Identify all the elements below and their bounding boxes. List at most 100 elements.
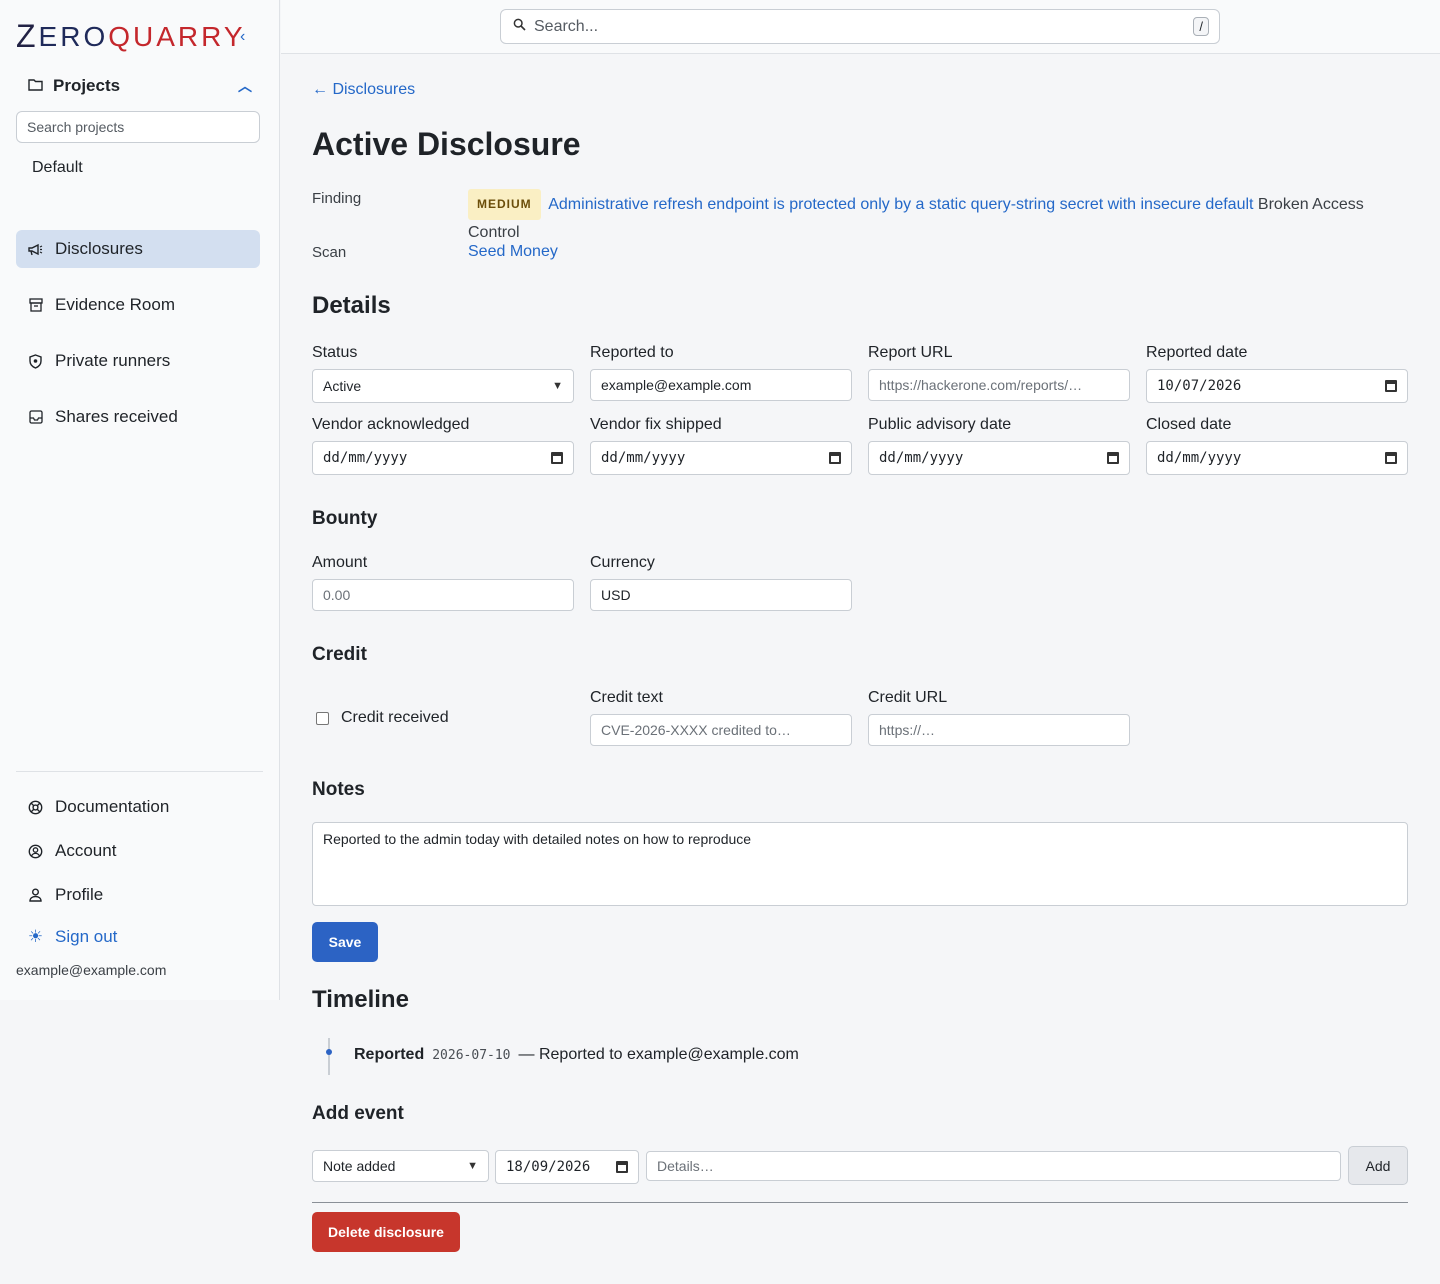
vendor-fix-input[interactable]: dd/mm/yyyy	[590, 441, 852, 475]
currency-input[interactable]: USD	[590, 579, 852, 611]
global-search-input[interactable]	[534, 17, 1194, 36]
report-url-input[interactable]: https://hackerone.com/reports/…	[868, 369, 1130, 401]
shield-icon	[28, 353, 43, 369]
reported-date-label: Reported date	[1146, 344, 1248, 361]
nav-label: Evidence Room	[55, 295, 176, 314]
timeline-dot	[326, 1049, 332, 1055]
event-details-input[interactable]: Details…	[646, 1151, 1341, 1181]
vendor-fix-label: Vendor fix shipped	[590, 416, 722, 433]
projects-toggle[interactable]: Projects ︿	[28, 76, 252, 96]
finding-label: Finding	[312, 190, 362, 207]
person-icon	[28, 888, 43, 903]
logo-z: Z	[16, 18, 39, 54]
notes-heading: Notes	[312, 779, 365, 800]
amount-label: Amount	[312, 554, 368, 571]
closed-label: Closed date	[1146, 416, 1232, 433]
credit-url-label: Credit URL	[868, 689, 948, 706]
logo-quarry: QUARRY	[108, 20, 246, 52]
archive-icon	[28, 298, 43, 313]
delete-disclosure-button[interactable]: Delete disclosure	[312, 1212, 460, 1252]
event-type: Reported	[354, 1046, 425, 1063]
user-email: example@example.com	[16, 962, 167, 978]
megaphone-icon	[28, 242, 43, 257]
event-date-input[interactable]: 18/09/2026	[495, 1150, 639, 1184]
advisory-date-value: dd/mm/yyyy	[879, 450, 964, 466]
add-event-button[interactable]: Add	[1348, 1146, 1408, 1185]
nav-label: Private runners	[55, 351, 171, 370]
credit-text-input[interactable]: CVE-2026-XXXX credited to…	[590, 714, 852, 746]
calendar-icon[interactable]	[616, 1161, 628, 1173]
advisory-date-input[interactable]: dd/mm/yyyy	[868, 441, 1130, 475]
projects-label: Projects	[53, 76, 121, 95]
nav-label: Profile	[55, 885, 104, 904]
nav-evidence-room[interactable]: Evidence Room	[16, 286, 260, 324]
chevron-up-icon: ︿	[238, 78, 252, 94]
closed-date-input[interactable]: dd/mm/yyyy	[1146, 441, 1408, 475]
credit-received-label: Credit received	[341, 709, 449, 726]
nav-label: Shares received	[55, 407, 178, 426]
severity-badge: MEDIUM	[468, 189, 541, 220]
event-text: — Reported to example@example.com	[518, 1046, 799, 1063]
vendor-ack-value: dd/mm/yyyy	[323, 450, 408, 466]
chevron-left-icon[interactable]: ‹	[240, 28, 245, 46]
calendar-icon[interactable]	[1385, 452, 1397, 464]
add-event-heading: Add event	[312, 1103, 404, 1124]
sidebar: ZEROQUARRY ‹ Projects ︿ Default Disclosu…	[0, 0, 280, 1000]
closed-date-value: dd/mm/yyyy	[1157, 450, 1242, 466]
nav-private-runners[interactable]: Private runners	[16, 342, 260, 380]
nav-account[interactable]: Account	[16, 832, 260, 870]
nav-shares-received[interactable]: Shares received	[16, 398, 260, 436]
credit-text-label: Credit text	[590, 689, 663, 706]
chevron-down-icon: ▼	[467, 1160, 478, 1172]
checkbox-box[interactable]	[316, 711, 329, 725]
nav-disclosures[interactable]: Disclosures	[16, 230, 260, 268]
credit-received-checkbox[interactable]: Credit received	[316, 709, 449, 727]
event-type-select[interactable]: Note added ▼	[312, 1150, 489, 1182]
advisory-label: Public advisory date	[868, 416, 1012, 433]
nav-label: Sign out	[55, 927, 118, 946]
vendor-ack-input[interactable]: dd/mm/yyyy	[312, 441, 574, 475]
credit-url-input[interactable]: https://…	[868, 714, 1130, 746]
project-search-input[interactable]	[16, 111, 260, 143]
timeline-line	[328, 1038, 330, 1075]
amount-input[interactable]: 0.00	[312, 579, 574, 611]
zeroquarry-logo[interactable]: Z ERO QUARRY	[16, 18, 246, 55]
section-divider	[312, 1202, 1408, 1203]
back-to-disclosures-link[interactable]: ← Disclosures	[312, 81, 415, 99]
finding-link[interactable]: Administrative refresh endpoint is prote…	[548, 196, 1253, 213]
chevron-down-icon: ▼	[552, 380, 563, 392]
nav-profile[interactable]: Profile	[16, 876, 260, 914]
project-item-default[interactable]: Default	[32, 159, 83, 177]
search-shortcut-key: /	[1193, 17, 1209, 36]
notes-textarea[interactable]: Reported to the admin today with detaile…	[312, 822, 1408, 906]
scan-label: Scan	[312, 244, 347, 261]
reported-to-input[interactable]: example@example.com	[590, 369, 852, 401]
event-date: 2026-07-10	[432, 1048, 511, 1063]
event-type-value: Note added	[323, 1158, 396, 1174]
calendar-icon[interactable]	[1385, 380, 1397, 392]
reported-to-label: Reported to	[590, 344, 674, 361]
logo-ero: ERO	[38, 20, 109, 52]
folder-icon	[28, 76, 43, 96]
reported-date-value: 10/07/2026	[1157, 378, 1242, 394]
scan-link[interactable]: Seed Money	[468, 243, 558, 261]
user-circle-icon	[28, 844, 43, 859]
nav-documentation[interactable]: Documentation	[16, 788, 260, 826]
save-button[interactable]: Save	[312, 922, 378, 962]
vendor-ack-label: Vendor acknowledged	[312, 416, 470, 433]
vendor-fix-value: dd/mm/yyyy	[601, 450, 686, 466]
status-select[interactable]: Active ▼	[312, 369, 574, 403]
bounty-heading: Bounty	[312, 508, 378, 529]
timeline-heading: Timeline	[312, 986, 409, 1013]
nav-label: Documentation	[55, 797, 170, 816]
credit-heading: Credit	[312, 644, 367, 665]
global-search[interactable]: /	[500, 9, 1220, 44]
calendar-icon[interactable]	[1107, 452, 1119, 464]
calendar-icon[interactable]	[551, 452, 563, 464]
reported-date-input[interactable]: 10/07/2026	[1146, 369, 1408, 403]
timeline-event: Reported 2026-07-10 — Reported to exampl…	[354, 1046, 799, 1064]
report-url-label: Report URL	[868, 344, 953, 361]
sign-out-link[interactable]: ☀ Sign out	[16, 918, 260, 956]
calendar-icon[interactable]	[829, 452, 841, 464]
inbox-icon	[28, 410, 43, 425]
